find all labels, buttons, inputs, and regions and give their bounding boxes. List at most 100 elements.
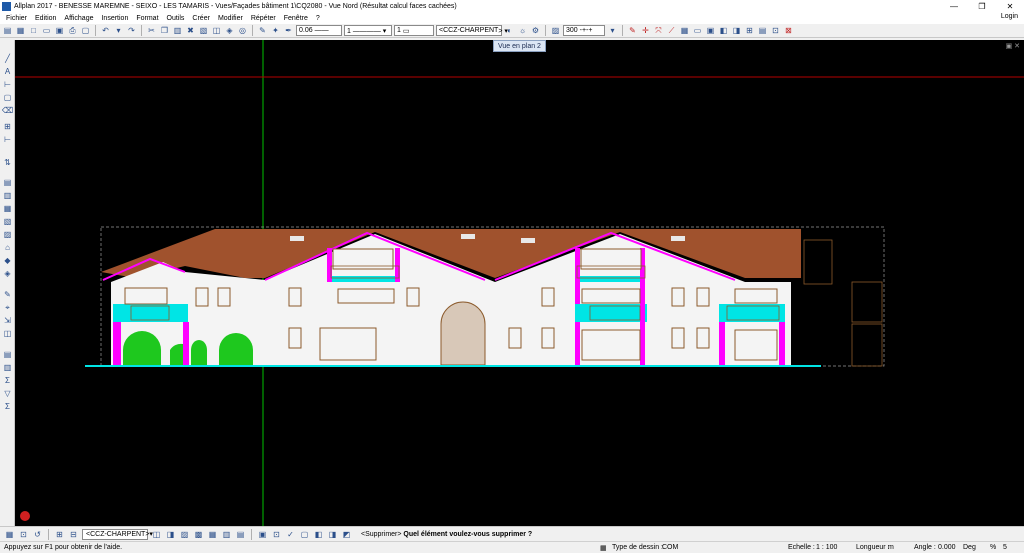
open-project-icon[interactable]: ▤ bbox=[2, 25, 13, 36]
fill-icon[interactable]: ▩ bbox=[193, 529, 204, 540]
erase-tool-icon[interactable]: ⌫ bbox=[2, 106, 13, 115]
check-icon[interactable]: ✓ bbox=[285, 529, 296, 540]
frame-icon[interactable]: ▭ bbox=[692, 25, 703, 36]
transform-tool-icon[interactable]: ⇅ bbox=[2, 158, 13, 167]
layer-visibility-icon[interactable]: ◫ bbox=[151, 529, 162, 540]
undo-dropdown-icon[interactable]: ▾ bbox=[113, 25, 124, 36]
cut-icon[interactable]: ✂ bbox=[146, 25, 157, 36]
preview-icon[interactable]: ▢ bbox=[80, 25, 91, 36]
snap-grid-icon[interactable]: ▦ bbox=[4, 529, 15, 540]
opening-tool-icon[interactable]: ▦ bbox=[2, 204, 13, 213]
window-icon[interactable]: ◧ bbox=[718, 25, 729, 36]
measure-icon[interactable]: ▢ bbox=[299, 529, 310, 540]
layer-select[interactable]: < CCZ-CHARPENT > ▾ bbox=[436, 25, 508, 36]
window-split-icon[interactable]: ◨ bbox=[731, 25, 742, 36]
close-button[interactable]: ✕ bbox=[996, 0, 1024, 12]
grid-icon[interactable]: ▦ bbox=[679, 25, 690, 36]
restore-button[interactable]: ❐ bbox=[968, 0, 996, 12]
light-icon[interactable]: ☼ bbox=[517, 25, 528, 36]
pencil-tool-icon[interactable]: ✎ bbox=[2, 290, 13, 299]
text-tool-icon[interactable]: A bbox=[2, 67, 13, 76]
fileset-icon[interactable]: ▦ bbox=[15, 25, 26, 36]
view-icon[interactable]: ▣ bbox=[705, 25, 716, 36]
select-tool-icon[interactable]: ⇲ bbox=[2, 316, 13, 325]
layer-tool-icon[interactable]: ◫ bbox=[2, 329, 13, 338]
menu-fenetre[interactable]: Fenêtre bbox=[280, 15, 312, 22]
menu-fichier[interactable]: Fichier bbox=[2, 15, 31, 22]
sum-tool-icon[interactable]: Σ bbox=[2, 376, 13, 385]
layer-visibility-icon[interactable]: ◐ bbox=[504, 25, 515, 36]
print-icon[interactable]: ⎙ bbox=[67, 25, 78, 36]
navigator-icon[interactable]: ⊞ bbox=[744, 25, 755, 36]
line-type-select[interactable]: 1 ———— ▾ bbox=[344, 25, 392, 36]
red-snap-icon[interactable]: ✛ bbox=[640, 25, 651, 36]
dimension-tool-icon[interactable]: ⊢ bbox=[2, 80, 13, 89]
ortho-icon[interactable]: ⊡ bbox=[18, 529, 29, 540]
object-tool-icon[interactable]: ◈ bbox=[2, 269, 13, 278]
scale-value[interactable]: 1 : 100 bbox=[816, 544, 837, 551]
percent-value[interactable]: 5 bbox=[1003, 544, 1007, 551]
hatch-icon[interactable]: ▨ bbox=[179, 529, 190, 540]
line-value-select[interactable]: 1 ▭ bbox=[394, 25, 434, 36]
modify-tool-icon[interactable]: ⊞ bbox=[2, 122, 13, 131]
layer-icon[interactable]: ◫ bbox=[211, 25, 222, 36]
snapshot-icon[interactable]: ◨ bbox=[327, 529, 338, 540]
quantity-tool-icon[interactable]: ▥ bbox=[2, 363, 13, 372]
line-tool-icon[interactable]: ╱ bbox=[2, 54, 13, 63]
slab-tool-icon[interactable]: ▥ bbox=[2, 191, 13, 200]
layer-select-bottom[interactable]: < CCZ-CHARPENT >▾ bbox=[82, 528, 153, 540]
paste-icon[interactable]: ▥ bbox=[172, 25, 183, 36]
login-link[interactable]: Login bbox=[1001, 13, 1018, 20]
save-icon[interactable]: ▣ bbox=[54, 25, 65, 36]
view-3d-icon[interactable]: ◈ bbox=[224, 25, 235, 36]
menu-creer[interactable]: Créer bbox=[188, 15, 214, 22]
help-icon[interactable]: ⊡ bbox=[770, 25, 781, 36]
copy-icon[interactable]: ❐ bbox=[159, 25, 170, 36]
red-measure-icon[interactable]: ⤧ bbox=[653, 25, 664, 36]
menu-insertion[interactable]: Insertion bbox=[97, 15, 132, 22]
report-tool-icon[interactable]: ▤ bbox=[2, 350, 13, 359]
open-icon[interactable]: ▭ bbox=[41, 25, 52, 36]
close-view-icon[interactable]: ⊠ bbox=[783, 25, 794, 36]
hatch-icon[interactable]: ▨ bbox=[550, 25, 561, 36]
pen-icon[interactable]: ✒ bbox=[283, 25, 294, 36]
red-line-icon[interactable]: ⟋ bbox=[666, 25, 677, 36]
menu-affichage[interactable]: Affichage bbox=[60, 15, 97, 22]
layer-lock-icon[interactable]: ⊟ bbox=[68, 529, 79, 540]
display-icon[interactable]: ▣ bbox=[257, 529, 268, 540]
menu-outils[interactable]: Outils bbox=[163, 15, 189, 22]
menu-edition[interactable]: Edition bbox=[31, 15, 60, 22]
pen-thickness-select[interactable]: 0.06 —— bbox=[296, 25, 342, 36]
hatch-dropdown-icon[interactable]: ▾ bbox=[607, 25, 618, 36]
length-value[interactable]: m bbox=[888, 544, 894, 551]
snap-tool-icon[interactable]: ⌖ bbox=[2, 303, 13, 312]
undo-icon[interactable]: ↶ bbox=[100, 25, 111, 36]
drawing-canvas[interactable]: ▣ ✕ bbox=[15, 40, 1024, 526]
minimize-button[interactable]: — bbox=[940, 0, 968, 12]
viewport-controls-icon[interactable]: ▣ ✕ bbox=[1006, 42, 1020, 50]
room-tool-icon[interactable]: ▧ bbox=[2, 217, 13, 226]
record-marker-icon[interactable] bbox=[20, 511, 30, 521]
zoom-icon[interactable]: ◩ bbox=[341, 529, 352, 540]
pick-format-icon[interactable]: ✦ bbox=[270, 25, 281, 36]
layer-settings-icon[interactable]: ⚙ bbox=[530, 25, 541, 36]
copy-tool-icon[interactable]: ▢ bbox=[2, 93, 13, 102]
redo-icon[interactable]: ↷ bbox=[126, 25, 137, 36]
measure-tool-icon[interactable]: ⊢ bbox=[2, 135, 13, 144]
angle-value[interactable]: 0.000 bbox=[938, 544, 956, 551]
properties-icon[interactable]: ▧ bbox=[198, 25, 209, 36]
layer-filter-icon[interactable]: ⊞ bbox=[54, 529, 65, 540]
wall-tool-icon[interactable]: ▤ bbox=[2, 178, 13, 187]
pattern-icon[interactable]: ▦ bbox=[207, 529, 218, 540]
menu-repeter[interactable]: Répéter bbox=[247, 15, 280, 22]
menu-help[interactable]: ? bbox=[312, 15, 324, 22]
color-icon[interactable]: ◨ bbox=[165, 529, 176, 540]
view-mode-icon[interactable]: ◧ bbox=[313, 529, 324, 540]
roof-tool-icon[interactable]: ⌂ bbox=[2, 243, 13, 252]
print-area-icon[interactable]: ⊡ bbox=[271, 529, 282, 540]
menu-modifier[interactable]: Modifier bbox=[214, 15, 247, 22]
stair-tool-icon[interactable]: ▨ bbox=[2, 230, 13, 239]
drawing-type-value[interactable]: COM bbox=[662, 544, 678, 551]
paint-tool-icon[interactable]: ◆ bbox=[2, 256, 13, 265]
filter-tool-icon[interactable]: ▽ bbox=[2, 389, 13, 398]
